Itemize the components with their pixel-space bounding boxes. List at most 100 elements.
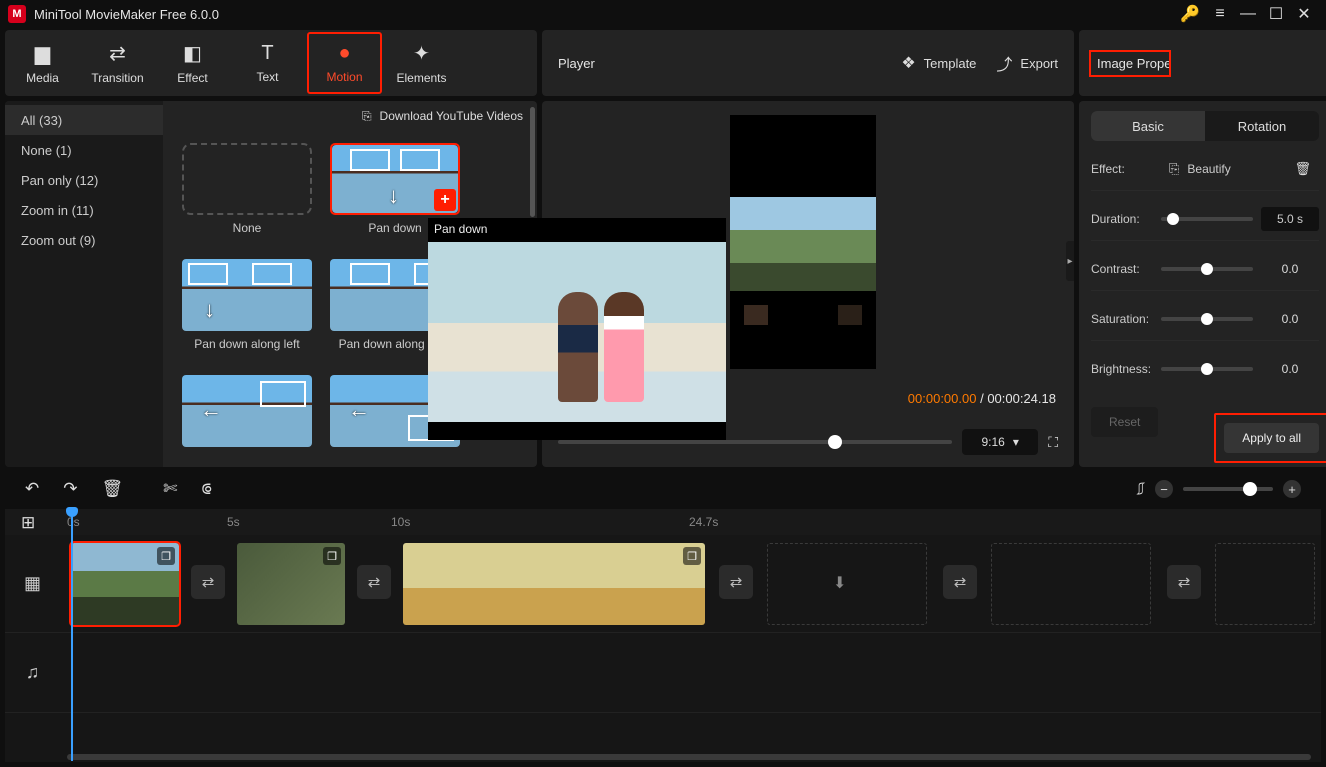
tab-transition[interactable]: ⇄ Transition — [80, 30, 155, 96]
title-bar: M MiniTool MovieMaker Free 6.0.0 🔑 ≡ — ☐… — [0, 0, 1326, 28]
seek-bar[interactable] — [558, 440, 952, 444]
trash-icon[interactable]: 🗑 — [1294, 161, 1311, 177]
transition-slot[interactable]: ⇄ — [943, 565, 977, 599]
zoom-out-button[interactable]: − — [1155, 480, 1173, 498]
preview-viewport[interactable] — [730, 115, 876, 369]
label: Download YouTube Videos — [380, 109, 523, 123]
empty-clip-slot[interactable] — [767, 543, 927, 625]
apply-highlight: Apply to all — [1214, 413, 1326, 463]
motion-none[interactable]: None — [177, 143, 317, 255]
tab-rotation[interactable]: Rotation — [1205, 111, 1319, 141]
timeline-area: ↶ ↷ 🗑 ✄ ⟃ ⎎ − + ⊞ 0s 5s 10s 24.7s ▦ ❐ ⇄ … — [5, 469, 1321, 762]
video-track: ▦ ❐ ⇄ ❐ ⇄ ❐ ⇄ ⬇ ⇄ ⇄ — [5, 535, 1321, 633]
transition-slot[interactable]: ⇄ — [719, 565, 753, 599]
download-youtube-link[interactable]: ⎘ Download YouTube Videos — [163, 101, 537, 131]
brightness-slider[interactable] — [1161, 367, 1253, 371]
template-icon: ❖ — [901, 53, 915, 73]
tab-basic[interactable]: Basic — [1091, 111, 1205, 141]
menu-icon[interactable]: ≡ — [1206, 0, 1234, 28]
fit-timeline-button[interactable]: ⎎ — [1136, 479, 1145, 499]
close-button[interactable]: ✕ — [1290, 0, 1318, 28]
video-track-icon: ▦ — [5, 535, 60, 632]
brightness-value: 0.0 — [1261, 362, 1319, 376]
time-ruler[interactable]: ⊞ 0s 5s 10s 24.7s — [5, 509, 1321, 535]
app-logo: M — [8, 5, 26, 23]
main-tabs: ▆Media ⇄ Transition ◧Effect TText ● Motion… — [5, 30, 537, 96]
download-icon: ⎘ — [362, 109, 372, 124]
label: Export — [1020, 56, 1058, 71]
zoom-slider[interactable] — [1183, 487, 1273, 491]
timeline-scrollbar[interactable] — [67, 754, 1311, 760]
redo-button[interactable]: ↷ — [63, 479, 77, 499]
motion-scrollbar[interactable] — [530, 107, 535, 217]
duration-label: Duration: — [1091, 212, 1153, 226]
apply-to-all-button[interactable]: Apply to all — [1224, 423, 1319, 453]
tab-effect[interactable]: ◧Effect — [155, 30, 230, 96]
image-property-panel: Basic Rotation Effect: ⎘ Beautify 🗑 Dura… — [1079, 101, 1326, 467]
motion-pan-left[interactable]: ← — [177, 375, 317, 467]
export-icon: ⤴ — [996, 51, 1012, 75]
transition-slot[interactable]: ⇄ — [1167, 565, 1201, 599]
zoom-in-button[interactable]: + — [1283, 480, 1301, 498]
effect-value: Beautify — [1187, 162, 1294, 176]
clip-3[interactable]: ❐ — [403, 543, 705, 625]
tab-label: Elements — [396, 71, 446, 85]
transition-slot[interactable]: ⇄ — [357, 565, 391, 599]
empty-clip-slot[interactable] — [1215, 543, 1315, 625]
copy-icon[interactable]: ⎘ — [1169, 161, 1179, 177]
tab-media[interactable]: ▆Media — [5, 30, 80, 96]
fullscreen-button[interactable]: ⛶ — [1048, 434, 1058, 451]
category-zoom-out[interactable]: Zoom out (9) — [5, 225, 163, 255]
export-button[interactable]: ⤴ Export — [996, 51, 1058, 75]
empty-clip-slot[interactable] — [991, 543, 1151, 625]
time-current: 00:00:00.00 — [908, 391, 977, 406]
collapse-props-button[interactable]: ▸ — [1066, 241, 1074, 281]
clip-2[interactable]: ❐ — [237, 543, 345, 625]
saturation-label: Saturation: — [1091, 312, 1153, 326]
player-title: Player — [558, 56, 595, 71]
delete-button[interactable]: 🗑 — [102, 479, 124, 499]
category-pan-only[interactable]: Pan only (12) — [5, 165, 163, 195]
category-zoom-in[interactable]: Zoom in (11) — [5, 195, 163, 225]
tab-label: Motion — [326, 70, 362, 84]
category-none[interactable]: None (1) — [5, 135, 163, 165]
playhead[interactable] — [71, 509, 73, 761]
clip-1[interactable]: ❐ — [71, 543, 179, 625]
duplicate-icon[interactable]: ❐ — [323, 547, 341, 565]
duplicate-icon[interactable]: ❐ — [157, 547, 175, 565]
split-button[interactable]: ✄ — [163, 479, 177, 499]
ruler-tick: 24.7s — [689, 515, 718, 529]
aspect-ratio-select[interactable]: 9:16 ▾ — [962, 429, 1038, 455]
tab-elements[interactable]: ✦Elements — [384, 30, 459, 96]
duplicate-icon[interactable]: ❐ — [683, 547, 701, 565]
tab-text[interactable]: TText — [230, 30, 305, 96]
contrast-value: 0.0 — [1261, 262, 1319, 276]
duration-slider[interactable] — [1161, 217, 1253, 221]
transition-slot[interactable]: ⇄ — [191, 565, 225, 599]
crop-button[interactable]: ⟃ — [201, 479, 211, 499]
maximize-button[interactable]: ☐ — [1262, 0, 1290, 28]
chevron-down-icon: ▾ — [1013, 435, 1019, 449]
undo-button[interactable]: ↶ — [25, 479, 39, 499]
timeline-toolbar: ↶ ↷ 🗑 ✄ ⟃ ⎎ − + — [5, 469, 1321, 509]
motion-pan-down-left[interactable]: ↓ Pan down along left — [177, 259, 317, 371]
category-all[interactable]: All (33) — [5, 105, 163, 135]
motion-icon: ● — [338, 42, 350, 65]
app-title: MiniTool MovieMaker Free 6.0.0 — [34, 7, 219, 22]
tab-label: Transition — [91, 71, 143, 85]
add-media-icon[interactable]: ⬇ — [833, 573, 846, 593]
minimize-button[interactable]: — — [1234, 0, 1262, 28]
duration-value[interactable]: 5.0 s — [1261, 207, 1319, 231]
audio-track: ♫ — [5, 633, 1321, 713]
aspect-value: 9:16 — [981, 435, 1004, 449]
transition-icon: ⇄ — [109, 41, 126, 66]
contrast-slider[interactable] — [1161, 267, 1253, 271]
add-track-button[interactable]: ⊞ — [21, 513, 35, 533]
key-icon[interactable]: 🔑 — [1176, 0, 1204, 28]
reset-button[interactable]: Reset — [1091, 407, 1158, 437]
timeline-tracks: ▦ ❐ ⇄ ❐ ⇄ ❐ ⇄ ⬇ ⇄ ⇄ ♫ — [5, 535, 1321, 762]
saturation-slider[interactable] — [1161, 317, 1253, 321]
tab-motion[interactable]: ● Motion — [307, 32, 382, 94]
folder-icon: ▆ — [35, 41, 50, 66]
template-button[interactable]: ❖Template — [901, 53, 976, 73]
